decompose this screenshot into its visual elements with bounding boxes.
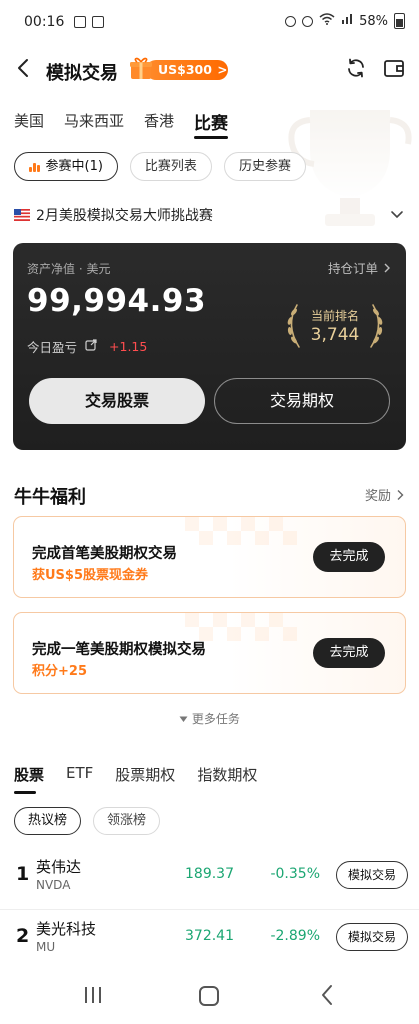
promo-badge[interactable]: US$300 > [128,57,228,81]
system-nav-bar [0,966,419,1024]
rank-label: 当前排名 [310,309,359,323]
back-arrow-icon[interactable] [12,56,36,80]
gallery-notification-icon [74,16,87,28]
stock-change: -0.35% [270,866,320,882]
status-bar: 00:16 58% [0,0,419,44]
rank-value: 3,744 [310,325,360,345]
refresh-icon[interactable] [344,56,368,80]
table-row[interactable]: 2 美光科技 MU 372.41 -2.89% 模拟交易 [0,910,419,972]
ranking-chips: 热议榜 领涨榜 [14,807,161,835]
wifi-icon [319,13,335,29]
net-asset-value: 99,994.93 [27,283,207,319]
status-time: 00:16 [24,14,65,30]
stock-price: 189.37 [185,866,234,882]
go-complete-button[interactable]: 去完成 [313,542,385,572]
task-title: 完成首笔美股期权交易 [32,546,177,562]
chip-history[interactable]: 历史参赛 [223,152,306,181]
promo-label: US$300 [158,62,212,77]
today-pnl-label: 今日盈亏 [27,340,78,355]
tab-us[interactable]: 美国 [14,110,44,135]
chevron-right-icon [397,489,404,500]
chevron-right-icon [384,263,390,273]
tab-contest[interactable]: 比赛 [194,109,229,139]
recent-apps-icon[interactable] [82,986,104,1004]
stock-name: 英伟达 [36,858,82,876]
tab-stock-options[interactable]: 股票期权 [115,764,175,785]
promo-arrow: > [217,63,228,77]
trade-stock-button[interactable]: 交易股票 [29,378,205,424]
check-notification-icon [92,16,105,28]
stock-rank: 2 [16,925,30,947]
contest-filter-chips: 参赛中(1) 比赛列表 历史参赛 [14,152,306,181]
more-tasks-toggle[interactable]: 更多任务 [0,710,419,727]
chip-top-gainers[interactable]: 领涨榜 [93,807,161,835]
nav-back-icon[interactable] [318,984,338,1006]
task-card: 完成首笔美股期权交易 获US$5股票现金券 去完成 [13,516,406,598]
tab-index-options[interactable]: 指数期权 [197,764,257,785]
task-reward: 积分+25 [32,664,87,679]
page-title: 模拟交易 [46,63,118,84]
gift-icon [128,55,154,81]
go-complete-button[interactable]: 去完成 [313,638,385,668]
welfare-title: 牛牛福利 [14,487,86,508]
contest-selector[interactable]: 2月美股模拟交易大师挑战赛 [14,204,406,226]
chip-hot-discussed[interactable]: 热议榜 [14,807,82,835]
tab-etf[interactable]: ETF [66,764,93,785]
simulate-trade-button[interactable]: 模拟交易 [336,861,408,889]
stock-ticker: MU [36,940,56,954]
chip-participating-label: 参赛中(1) [45,159,103,174]
today-pnl: 今日盈亏 +1.15 [27,337,147,356]
stock-rank: 1 [16,863,30,885]
tab-malaysia[interactable]: 马来西亚 [64,110,124,135]
share-icon[interactable] [85,339,97,354]
tab-hongkong[interactable]: 香港 [144,110,174,135]
net-asset-label: 资产净值 · 美元 [27,262,111,276]
bar-chart-icon [29,161,40,172]
promo-pill[interactable]: US$300 > [146,60,228,80]
wallet-icon[interactable] [382,56,406,80]
chevron-down-icon [390,207,404,225]
positions-orders-link[interactable]: 持仓订单 [328,258,392,277]
task-title: 完成一笔美股期权模拟交易 [32,642,206,658]
account-card: 资产净值 · 美元 持仓订单 99,994.93 今日盈亏 +1.15 当前排名… [13,243,406,450]
market-tabs: 美国 马来西亚 香港 比赛 [14,109,229,139]
tab-stocks[interactable]: 股票 [14,764,44,794]
stock-ticker: NVDA [36,878,71,892]
contest-name: 2月美股模拟交易大师挑战赛 [36,208,213,224]
simulate-trade-button[interactable]: 模拟交易 [336,923,408,951]
home-icon[interactable] [199,986,219,1006]
stock-change: -2.89% [270,928,320,944]
table-row[interactable]: 1 英伟达 NVDA 189.37 -0.35% 模拟交易 [0,848,419,910]
battery-percent: 58% [359,13,388,29]
stock-name: 美光科技 [36,920,97,938]
battery-icon [394,13,405,29]
task-card: 完成一笔美股期权模拟交易 积分+25 去完成 [13,612,406,694]
trade-options-button[interactable]: 交易期权 [214,378,390,424]
task-reward: 获US$5股票现金券 [32,568,149,583]
us-flag-icon [14,209,30,221]
signal-icon [341,13,353,29]
instrument-tabs: 股票 ETF 股票期权 指数期权 [14,764,257,794]
stock-price: 372.41 [185,928,234,944]
checker-pattern [185,517,297,545]
alarm-icon [285,15,297,27]
chip-participating[interactable]: 参赛中(1) [14,152,118,181]
today-pnl-value: +1.15 [109,339,148,354]
current-rank[interactable]: 当前排名 3,744 [279,299,391,355]
caret-down-icon [179,716,188,722]
chip-contest-list[interactable]: 比赛列表 [129,152,212,181]
rewards-link[interactable]: 奖励 [365,485,405,504]
clock-icon [302,15,314,27]
